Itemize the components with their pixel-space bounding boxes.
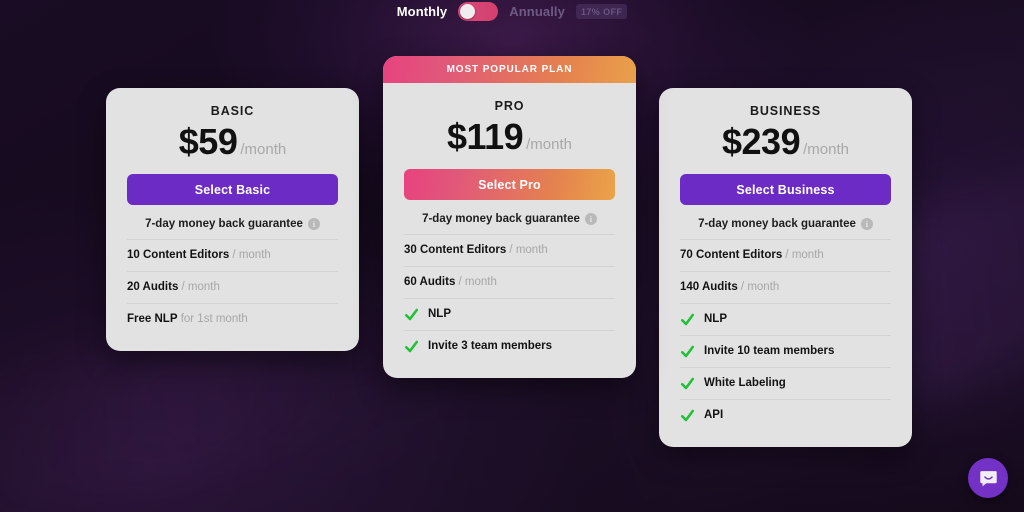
info-icon[interactable]: i <box>307 218 320 230</box>
info-icon[interactable]: i <box>584 213 597 225</box>
feature-strong: 20 Audits <box>127 281 179 294</box>
check-icon <box>680 313 695 326</box>
card-body-basic: BASIC $59 /month Select Basic 7-day mone… <box>106 88 359 351</box>
most-popular-banner: MOST POPULAR PLAN <box>383 56 636 83</box>
feature-label: 30 Content Editors / month <box>404 243 548 257</box>
info-icon[interactable]: i <box>860 218 873 230</box>
feature-label: NLP <box>704 312 727 326</box>
price-row-pro: $119 /month <box>404 119 615 155</box>
feature-item: 20 Audits / month <box>127 271 338 303</box>
feature-list-business: 70 Content Editors / month 140 Audits / … <box>680 239 891 431</box>
feature-muted: / month <box>737 281 780 294</box>
billing-annually-label[interactable]: Annually <box>509 4 565 19</box>
feature-item: Invite 10 team members <box>680 335 891 367</box>
pricing-card-business: BUSINESS $239 /month Select Business 7-d… <box>659 88 912 447</box>
select-pro-button[interactable]: Select Pro <box>404 169 615 200</box>
feature-item: 10 Content Editors / month <box>127 239 338 271</box>
feature-strong: API <box>704 409 724 422</box>
price-period-basic: /month <box>240 141 287 158</box>
guarantee-row-basic: 7-day money back guarantee i <box>127 218 338 230</box>
pricing-card-basic: BASIC $59 /month Select Basic 7-day mone… <box>106 88 359 351</box>
feature-item: 70 Content Editors / month <box>680 239 891 271</box>
feature-label: Invite 3 team members <box>428 339 552 353</box>
price-amount-basic: $59 <box>178 121 238 162</box>
feature-label: 10 Content Editors / month <box>127 248 271 262</box>
feature-item: Invite 3 team members <box>404 330 615 362</box>
billing-monthly-label[interactable]: Monthly <box>397 4 448 19</box>
feature-strong: NLP <box>704 313 727 326</box>
feature-list-basic: 10 Content Editors / month 20 Audits / m… <box>127 239 338 335</box>
billing-period-switch[interactable] <box>458 1 499 21</box>
feature-label: Invite 10 team members <box>704 344 834 358</box>
feature-item: White Labeling <box>680 367 891 399</box>
feature-label: 60 Audits / month <box>404 275 497 289</box>
feature-strong: NLP <box>428 308 451 321</box>
feature-item: API <box>680 399 891 431</box>
feature-label: 20 Audits / month <box>127 280 220 294</box>
check-icon <box>404 340 419 353</box>
chat-launcher-button[interactable] <box>968 458 1008 498</box>
guarantee-text-business: 7-day money back guarantee <box>698 218 856 230</box>
feature-item: NLP <box>404 298 615 330</box>
price-period-pro: /month <box>526 136 572 153</box>
price-amount-business: $239 <box>722 121 801 162</box>
feature-label: White Labeling <box>704 376 786 390</box>
plan-name-basic: BASIC <box>210 104 255 118</box>
feature-item: 60 Audits / month <box>404 266 615 298</box>
guarantee-text-pro: 7-day money back guarantee <box>422 213 580 225</box>
feature-strong: 10 Content Editors <box>127 249 230 262</box>
check-icon <box>680 345 695 358</box>
card-body-pro: PRO $119 /month Select Pro 7-day money b… <box>383 83 636 378</box>
feature-muted: / month <box>782 249 824 262</box>
feature-muted: / month <box>178 281 220 294</box>
select-business-button[interactable]: Select Business <box>680 174 891 205</box>
feature-muted: / month <box>455 276 497 289</box>
price-row-basic: $59 /month <box>127 124 338 160</box>
feature-strong: White Labeling <box>704 377 786 390</box>
feature-label: NLP <box>428 307 451 321</box>
check-icon <box>680 409 695 422</box>
price-period-business: /month <box>803 141 849 158</box>
feature-strong: Invite 3 team members <box>428 340 553 353</box>
billing-discount-badge: 17% OFF <box>575 3 628 19</box>
feature-item: 140 Audits / month <box>680 271 891 303</box>
pricing-card-pro: MOST POPULAR PLAN PRO $119 /month Select… <box>383 56 636 378</box>
feature-item: Free NLP for 1st month <box>127 303 338 335</box>
price-row-business: $239 /month <box>680 124 891 160</box>
check-icon <box>680 377 695 390</box>
select-basic-button[interactable]: Select Basic <box>127 174 338 205</box>
feature-strong: 140 Audits <box>680 281 738 294</box>
billing-period-toggle-bar: Monthly Annually 17% OFF <box>0 0 1024 22</box>
feature-strong: 30 Content Editors <box>404 244 507 257</box>
feature-list-pro: 30 Content Editors / month 60 Audits / m… <box>404 234 615 362</box>
feature-label: 140 Audits / month <box>680 280 779 294</box>
card-body-business: BUSINESS $239 /month Select Business 7-d… <box>659 88 912 447</box>
check-icon <box>404 308 419 321</box>
feature-muted: / month <box>229 249 271 262</box>
feature-item: 30 Content Editors / month <box>404 234 615 266</box>
feature-item: NLP <box>680 303 891 335</box>
guarantee-row-pro: 7-day money back guarantee i <box>404 213 615 225</box>
plan-name-business: BUSINESS <box>749 104 822 118</box>
feature-strong: Invite 10 team members <box>704 345 835 358</box>
feature-label: Free NLP for 1st month <box>127 312 248 326</box>
guarantee-text-basic: 7-day money back guarantee <box>145 218 303 230</box>
feature-label: API <box>704 408 723 422</box>
feature-muted: for 1st month <box>177 313 248 326</box>
feature-strong: Free NLP <box>127 313 178 326</box>
price-amount-pro: $119 <box>447 116 524 157</box>
feature-strong: 70 Content Editors <box>680 249 783 262</box>
guarantee-row-business: 7-day money back guarantee i <box>680 218 891 230</box>
feature-label: 70 Content Editors / month <box>680 248 824 262</box>
feature-muted: / month <box>506 244 548 257</box>
feature-strong: 60 Audits <box>404 276 456 289</box>
pricing-page: Monthly Annually 17% OFF BASIC $59 /mont… <box>0 0 1024 512</box>
billing-switch-knob <box>460 3 476 19</box>
plan-name-pro: PRO <box>494 99 525 113</box>
chat-bubble-smile-icon <box>979 470 997 486</box>
